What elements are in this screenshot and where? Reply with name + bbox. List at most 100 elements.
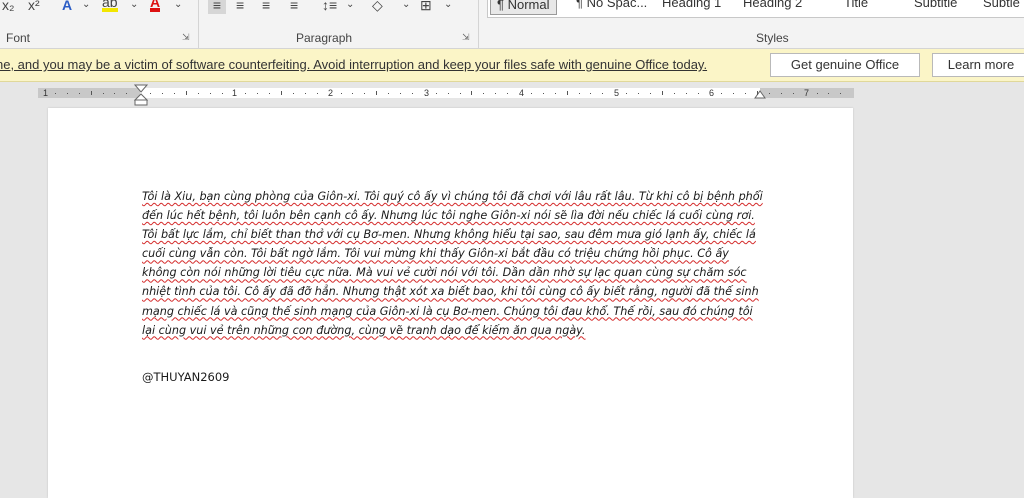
ruler-tick [579,93,580,94]
ruler-number: 4 [519,88,525,98]
ruler-tick [186,91,187,95]
ruler-tick [293,93,294,94]
align-center-icon[interactable]: ≡ [236,0,244,14]
ruler-tick [341,93,342,94]
ruler-tick [567,91,568,95]
ruler-tick [602,93,603,94]
body-paragraph[interactable]: Tôi là Xiu, bạn cùng phòng của Giôn-xi. … [142,187,767,340]
ruler-tick [305,93,306,94]
ruler-tick [257,93,258,94]
get-genuine-office-button[interactable]: Get genuine Office [770,53,920,77]
ruler-tick [698,93,699,94]
ruler-number: 5 [614,88,620,98]
ruler-tick [364,93,365,94]
ruler-tick [126,93,127,94]
ribbon-separator [198,0,199,48]
horizontal-ruler[interactable]: 1 1 2 3 4 5 6 7 [0,84,1024,106]
document-page[interactable]: Tôi là Xiu, bạn cùng phòng của Giôn-xi. … [48,108,853,498]
style-title[interactable]: Title [844,0,868,10]
ruler-tick [448,93,449,94]
ruler-tick [79,93,80,94]
ruler-tick [507,93,508,94]
chevron-down-icon[interactable]: ⌄ [174,0,182,14]
ruler-tick [555,93,556,94]
ruler-tick [388,93,389,94]
style-heading-2[interactable]: Heading 2 [743,0,802,10]
ruler-number: 7 [804,88,810,98]
ruler-tick [55,93,56,94]
ruler-tick [626,93,627,94]
ruler-tick [352,93,353,94]
first-line-indent-marker[interactable] [134,84,148,106]
ruler-tick [543,93,544,94]
line-spacing-icon[interactable]: ↕≡ [322,0,337,14]
ruler-tick [793,93,794,94]
ruler-tick [590,93,591,94]
right-indent-marker[interactable] [754,90,766,100]
ruler-tick [781,93,782,94]
subscript-button[interactable]: x₂ [2,0,14,14]
font-color-button[interactable]: A [150,0,161,12]
ruler-tick [686,93,687,94]
style-normal[interactable]: ¶ Normal [490,0,557,15]
ruler-tick [162,93,163,94]
ruler-tick [317,93,318,94]
ruler-tick [245,93,246,94]
ruler-tick [733,93,734,94]
ruler-left-margin [38,88,140,98]
dialog-launcher-icon[interactable]: ⇲ [462,33,471,42]
ruler-tick [376,91,377,95]
justify-icon[interactable]: ≡ [290,0,298,14]
ruler-number: 1 [43,88,49,98]
ruler-tick [817,93,818,94]
align-right-icon[interactable]: ≡ [262,0,270,14]
style-subtle[interactable]: Subtle [983,0,1020,10]
ruler-number: 2 [328,88,334,98]
style-no-spacing[interactable]: ¶ No Spac... [576,0,647,10]
ribbon: x₂ x² A ⌄ ab ⌄ A ⌄ ≡ ≡ ≡ ≡ ↕≡ ⌄ ◇ ⌄ ⊞ ⌄ … [0,0,1024,49]
ruler-tick [769,93,770,94]
borders-icon[interactable]: ⊞ [420,0,432,14]
ruler-tick [103,93,104,94]
author-signature[interactable]: @THUYAN2609 [142,370,229,384]
ruler-tick [757,91,758,95]
chevron-down-icon[interactable]: ⌄ [130,0,138,14]
highlight-color-button[interactable]: ab [102,0,118,12]
chevron-down-icon[interactable]: ⌄ [346,0,354,14]
ruler-tick [150,93,151,94]
ruler-tick [483,93,484,94]
superscript-button[interactable]: x² [28,0,40,14]
ruler-tick [114,93,115,94]
ruler-tick [650,93,651,94]
font-group-label: Font [6,31,31,45]
ruler-tick [531,93,532,94]
ruler-tick [198,93,199,94]
ruler-tick [471,91,472,95]
ruler-tick [281,91,282,95]
chevron-down-icon[interactable]: ⌄ [82,0,90,14]
ruler-tick [495,93,496,94]
shading-icon[interactable]: ◇ [372,0,383,14]
text-effects-button[interactable]: A [62,0,72,14]
learn-more-button[interactable]: Learn more [932,53,1024,77]
ruler-tick [412,93,413,94]
ruler-tick [91,91,92,95]
ruler-tick [67,93,68,94]
ruler-tick [222,93,223,94]
chevron-down-icon[interactable]: ⌄ [402,0,410,14]
ruler-tick [460,93,461,94]
ruler-number: 1 [232,88,238,98]
paragraph-group-label: Paragraph [296,31,353,45]
ruler-tick [638,93,639,94]
styles-group-label: Styles [756,31,789,45]
ruler-number: 3 [424,88,430,98]
style-heading-1[interactable]: Heading 1 [662,0,721,10]
chevron-down-icon[interactable]: ⌄ [444,0,452,14]
align-left-icon[interactable]: ≡ [208,0,226,14]
ruler-tick [745,93,746,94]
ruler-tick [436,93,437,94]
ruler-tick [674,93,675,94]
style-subtitle[interactable]: Subtitle [914,0,957,10]
ruler-tick [662,91,663,95]
dialog-launcher-icon[interactable]: ⇲ [182,33,191,42]
